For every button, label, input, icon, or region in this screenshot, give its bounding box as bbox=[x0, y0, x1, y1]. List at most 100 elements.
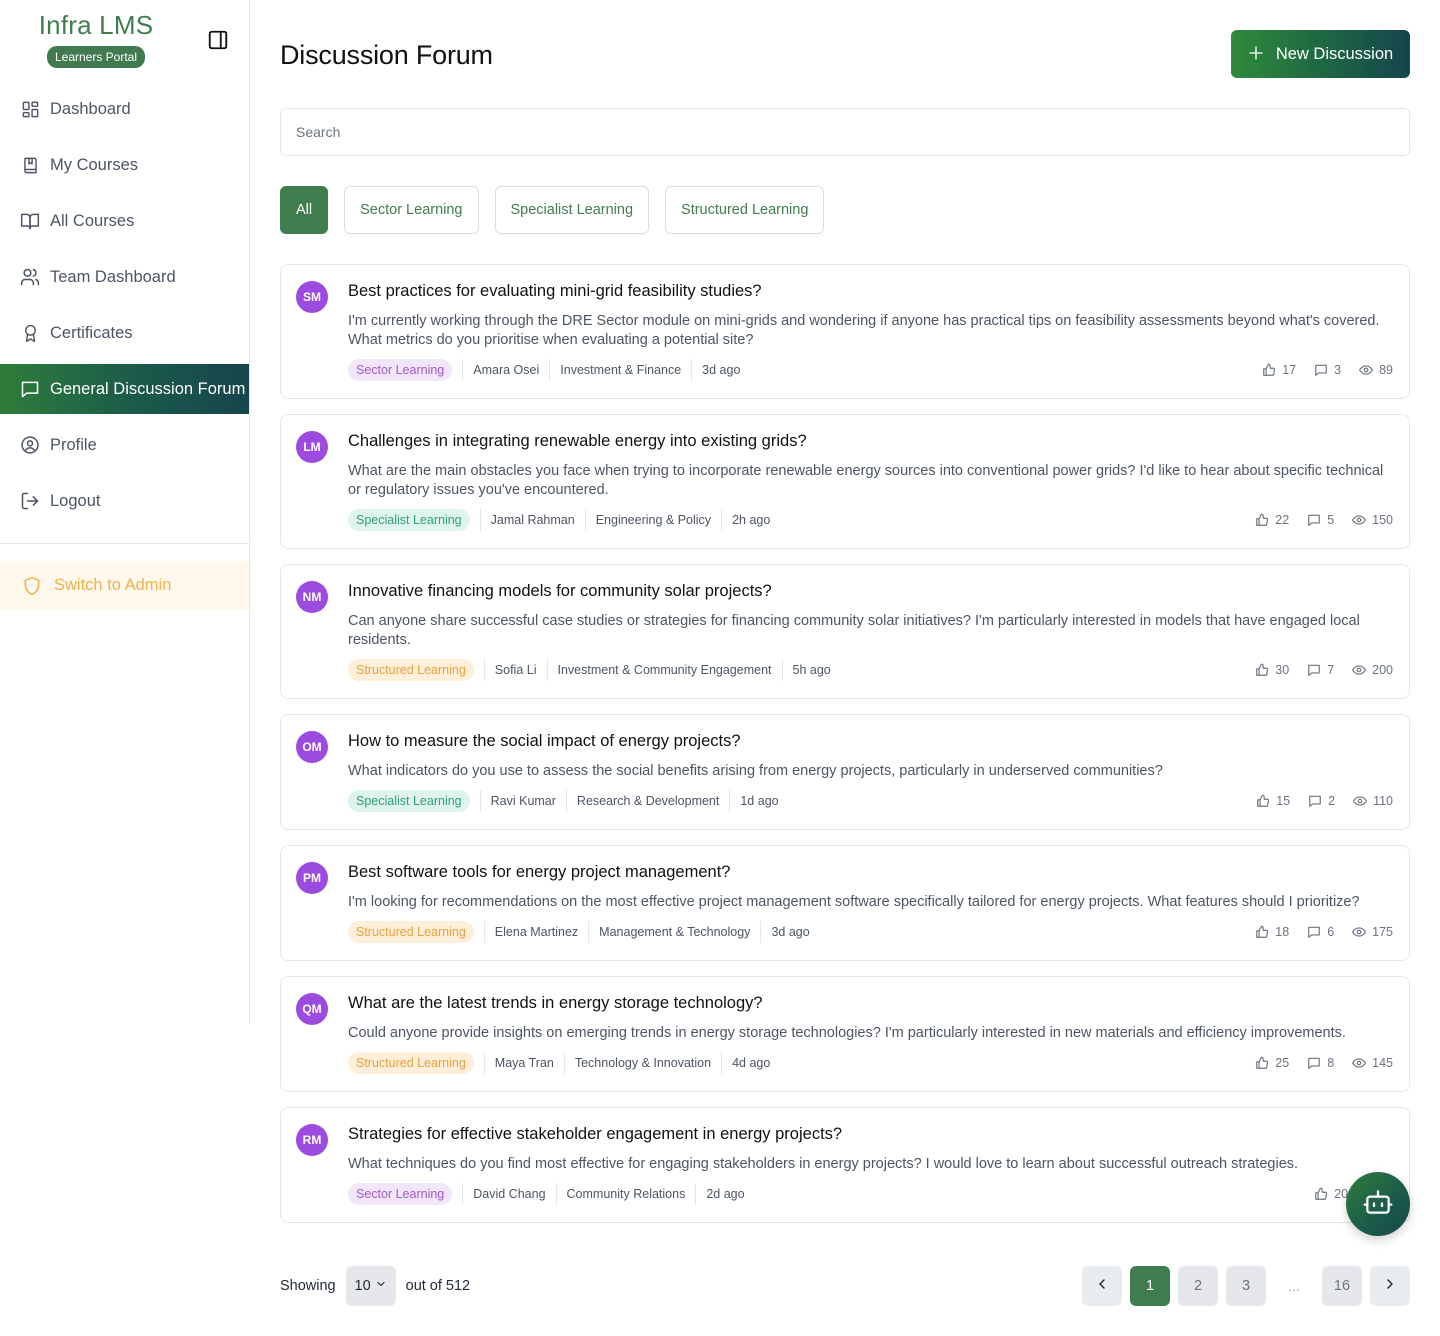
category-tag: Specialist Learning bbox=[348, 790, 470, 812]
views-count: 89 bbox=[1359, 363, 1393, 377]
category-tag: Sector Learning bbox=[348, 1183, 453, 1205]
comments-count[interactable]: 7 bbox=[1307, 663, 1334, 677]
brand: Infra LMS Learners Portal bbox=[38, 10, 154, 68]
sidebar-item-label: General Discussion Forum bbox=[50, 379, 246, 398]
discussion-meta: Sector Learning Amara Osei Investment & … bbox=[348, 358, 1393, 382]
filter-all[interactable]: All bbox=[280, 186, 329, 234]
page-button-last[interactable]: 16 bbox=[1322, 1266, 1362, 1306]
post-time: 2h ago bbox=[732, 513, 771, 527]
discussion-description: What indicators do you use to assess the… bbox=[348, 763, 1163, 779]
author-name: Jamal Rahman bbox=[490, 513, 575, 527]
discussion-title[interactable]: What are the latest trends in energy sto… bbox=[348, 993, 1393, 1013]
discussion-title[interactable]: Best practices for evaluating mini-grid … bbox=[348, 281, 1393, 301]
author-name: Maya Tran bbox=[494, 1056, 554, 1070]
comment-icon bbox=[1308, 794, 1322, 808]
switch-to-admin-button[interactable]: Switch to Admin bbox=[0, 561, 249, 610]
prev-page-button[interactable] bbox=[1082, 1266, 1122, 1306]
comments-count[interactable]: 5 bbox=[1307, 513, 1334, 527]
filter-sector-learning[interactable]: Sector Learning bbox=[344, 186, 479, 234]
discussion-card[interactable]: RM Strategies for effective stakeholder … bbox=[280, 1107, 1410, 1223]
page-button-3[interactable]: 3 bbox=[1226, 1266, 1266, 1306]
comment-icon bbox=[1307, 513, 1321, 527]
eye-icon bbox=[1352, 663, 1367, 677]
likes-count[interactable]: 18 bbox=[1255, 925, 1289, 939]
comments-count[interactable]: 6 bbox=[1307, 925, 1334, 939]
likes-count[interactable]: 17 bbox=[1262, 363, 1296, 377]
discussion-meta: Structured Learning Maya Tran Technology… bbox=[348, 1051, 1393, 1075]
avatar: PM bbox=[296, 862, 328, 894]
sidebar-item-profile[interactable]: Profile bbox=[0, 420, 249, 470]
meta-divider bbox=[483, 921, 485, 943]
sidebar-item-my-courses[interactable]: My Courses bbox=[0, 140, 249, 190]
sidebar-item-team-dashboard[interactable]: Team Dashboard bbox=[0, 252, 249, 302]
chatbot-button[interactable] bbox=[1346, 1172, 1410, 1236]
sidebar-item-logout[interactable]: Logout bbox=[0, 476, 249, 526]
discussion-card[interactable]: SM Best practices for evaluating mini-gr… bbox=[280, 264, 1410, 399]
views-count: 110 bbox=[1353, 794, 1393, 808]
next-page-button[interactable] bbox=[1370, 1266, 1410, 1306]
discussion-description: What techniques do you find most effecti… bbox=[348, 1156, 1299, 1172]
topic-category: Engineering & Policy bbox=[595, 513, 712, 527]
discussion-card[interactable]: QM What are the latest trends in energy … bbox=[280, 976, 1410, 1092]
meta-divider bbox=[462, 1183, 464, 1205]
filter-specialist-learning[interactable]: Specialist Learning bbox=[494, 186, 650, 234]
eye-icon bbox=[1352, 925, 1367, 939]
discussion-description: Could anyone provide insights on emergin… bbox=[348, 1025, 1346, 1041]
likes-count[interactable]: 20 bbox=[1314, 1187, 1348, 1201]
discussion-title[interactable]: Innovative financing models for communit… bbox=[348, 581, 1393, 601]
meta-divider bbox=[588, 921, 590, 943]
open-book-icon bbox=[20, 211, 40, 231]
likes-count[interactable]: 22 bbox=[1255, 513, 1289, 527]
topic-category: Technology & Innovation bbox=[574, 1056, 712, 1070]
likes-count[interactable]: 15 bbox=[1256, 794, 1290, 808]
meta-divider bbox=[549, 359, 551, 381]
discussion-description: Can anyone share successful case studies… bbox=[348, 613, 1360, 648]
plus-icon bbox=[1248, 43, 1264, 65]
discussion-card[interactable]: PM Best software tools for energy projec… bbox=[280, 845, 1410, 961]
discussion-card[interactable]: OM How to measure the social impact of e… bbox=[280, 714, 1410, 830]
likes-count[interactable]: 25 bbox=[1255, 1056, 1289, 1070]
brand-badge: Learners Portal bbox=[46, 46, 146, 68]
discussion-title[interactable]: Best software tools for energy project m… bbox=[348, 862, 1393, 882]
discussion-card[interactable]: NM Innovative financing models for commu… bbox=[280, 564, 1410, 699]
sidebar-item-certificates[interactable]: Certificates bbox=[0, 308, 249, 358]
discussion-title[interactable]: How to measure the social impact of ener… bbox=[348, 731, 1393, 751]
discussion-stats: 22 5 150 bbox=[1255, 513, 1393, 527]
topic-category: Investment & Community Engagement bbox=[557, 663, 772, 677]
discussion-meta: Specialist Learning Ravi Kumar Research … bbox=[348, 789, 1393, 813]
sidebar-item-dashboard[interactable]: Dashboard bbox=[0, 84, 249, 134]
meta-divider bbox=[479, 509, 481, 531]
comments-count[interactable]: 8 bbox=[1307, 1056, 1334, 1070]
filter-structured-learning[interactable]: Structured Learning bbox=[665, 186, 825, 234]
thumbs-up-icon bbox=[1314, 1187, 1328, 1201]
sidebar-toggle-icon[interactable] bbox=[206, 28, 230, 52]
post-time: 5h ago bbox=[792, 663, 831, 677]
views-count: 200 bbox=[1352, 663, 1393, 677]
sidebar-item-label: My Courses bbox=[50, 155, 139, 174]
comment-icon bbox=[1307, 663, 1321, 677]
discussion-title[interactable]: Challenges in integrating renewable ener… bbox=[348, 431, 1393, 451]
comments-count[interactable]: 3 bbox=[1314, 363, 1341, 377]
user-circle-icon bbox=[20, 435, 40, 455]
page-size-select[interactable]: 10 bbox=[345, 1266, 396, 1306]
sidebar-item-general-discussion-forum[interactable]: General Discussion Forum bbox=[0, 364, 249, 414]
topic-category: Research & Development bbox=[576, 794, 720, 808]
page-button-2[interactable]: 2 bbox=[1178, 1266, 1218, 1306]
comments-count[interactable]: 2 bbox=[1308, 794, 1335, 808]
page-button-1[interactable]: 1 bbox=[1130, 1266, 1170, 1306]
meta-divider bbox=[691, 359, 693, 381]
search-input[interactable] bbox=[280, 108, 1410, 156]
sidebar-item-label: Certificates bbox=[50, 323, 133, 342]
likes-count[interactable]: 30 bbox=[1255, 663, 1289, 677]
author-name: Sofia Li bbox=[494, 663, 537, 677]
new-discussion-button[interactable]: New Discussion bbox=[1231, 30, 1410, 78]
discussion-title[interactable]: Strategies for effective stakeholder eng… bbox=[348, 1124, 1393, 1144]
post-time: 4d ago bbox=[732, 1056, 771, 1070]
meta-divider bbox=[695, 1183, 697, 1205]
avatar: QM bbox=[296, 993, 328, 1025]
discussion-card[interactable]: LM Challenges in integrating renewable e… bbox=[280, 414, 1410, 549]
thumbs-up-icon bbox=[1255, 1056, 1269, 1070]
sidebar-divider bbox=[0, 543, 249, 544]
sidebar-item-all-courses[interactable]: All Courses bbox=[0, 196, 249, 246]
meta-divider bbox=[546, 659, 548, 681]
